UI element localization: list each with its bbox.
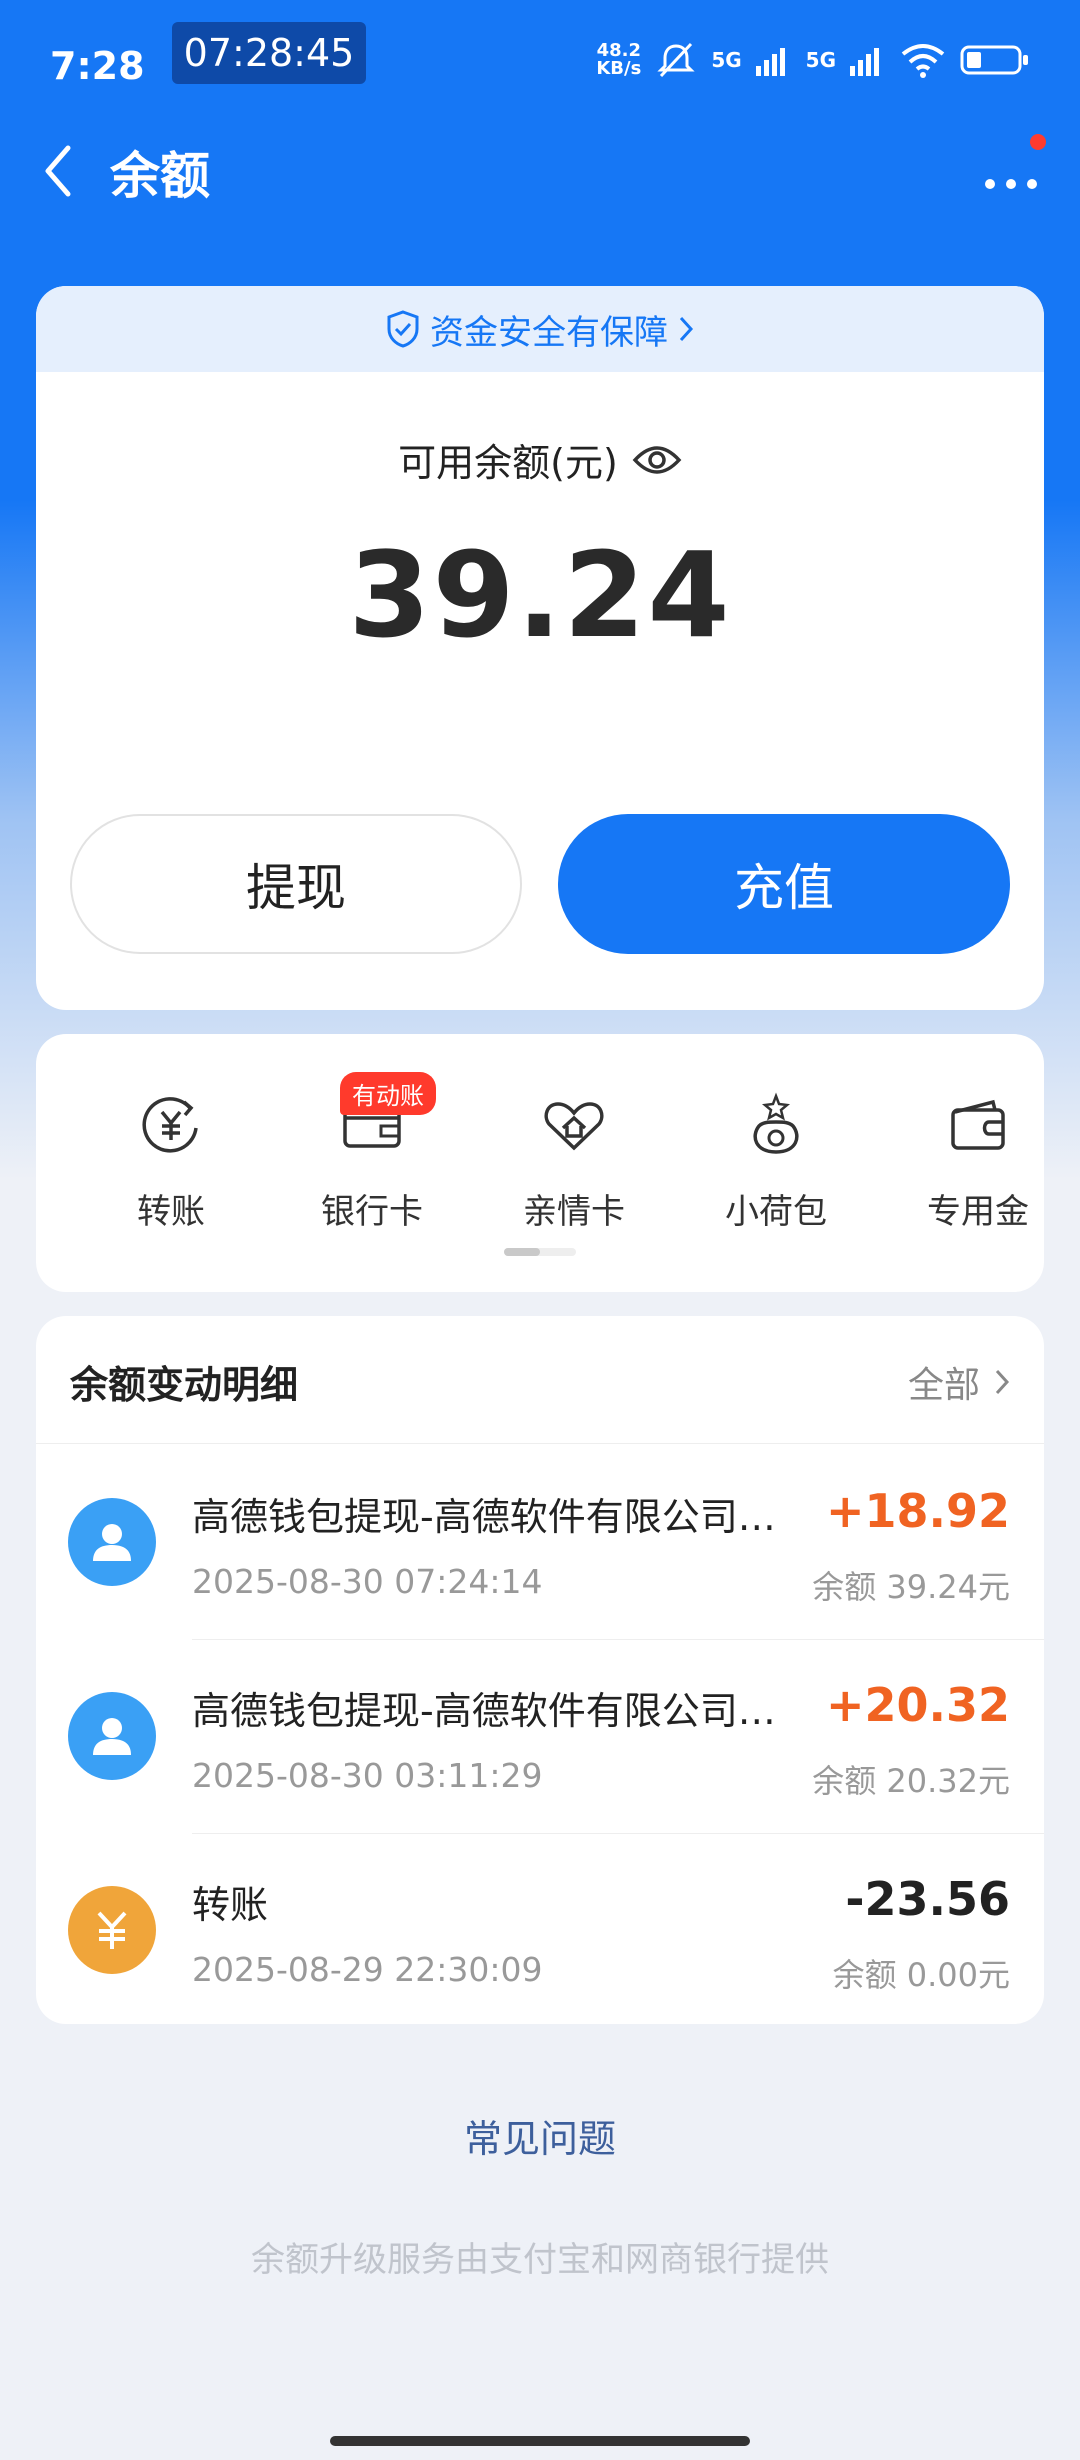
app-header: 余额	[0, 120, 1080, 220]
transaction-date: 2025-08-30 03:11:29	[192, 1756, 543, 1795]
network-speed: 48.2 KB/s	[596, 42, 641, 78]
home-indicator[interactable]	[330, 2436, 750, 2446]
transaction-amount: -23.56	[845, 1872, 1010, 1926]
page-indicator	[504, 1248, 576, 1256]
battery-icon	[960, 45, 1028, 75]
transaction-name: 高德钱包提现-高德软件有限公司（高德地图）	[192, 1495, 812, 1539]
transaction-balance: 余额 39.24元	[812, 1568, 1010, 1606]
action-dedicated-fund-label: 专用金	[927, 1192, 1029, 1232]
wifi-icon	[901, 44, 945, 78]
fund-safety-link[interactable]: 资金安全有保障	[36, 286, 1044, 372]
transaction-amount: +18.92	[825, 1484, 1010, 1538]
transaction-name: 高德钱包提现-高德软件有限公司（高德地图）	[192, 1689, 812, 1733]
recharge-button[interactable]: 充值	[558, 814, 1010, 954]
signal-icon	[755, 48, 785, 76]
status-icons: 48.2 KB/s 5G 5G	[596, 40, 1030, 80]
view-all-label: 全部	[907, 1365, 980, 1406]
activity-badge: 有动账	[340, 1072, 436, 1115]
balance-card: 资金安全有保障 可用余额(元) 39.24 提现 充值	[36, 286, 1044, 1010]
transaction-row[interactable]: 高德钱包提现-高德软件有限公司（高德地图） 2025-08-30 07:24:1…	[36, 1446, 1044, 1640]
page-title: 余额	[110, 147, 210, 205]
network-type-2: 5G	[805, 48, 836, 72]
signal-icon-2	[850, 48, 879, 76]
chevron-right-icon	[679, 316, 694, 342]
action-family-card-label: 亲情卡	[523, 1192, 625, 1232]
floating-clock: 07:28:45	[172, 22, 366, 84]
faq-link[interactable]: 常见问题	[0, 2108, 1080, 2163]
back-arrow-icon[interactable]	[34, 136, 84, 206]
user-avatar-icon	[68, 1692, 156, 1780]
notification-dot	[1030, 134, 1046, 150]
withdraw-button[interactable]: 提现	[70, 814, 522, 954]
action-transfer-label: 转账	[137, 1192, 205, 1232]
action-family-card[interactable]: 亲情卡	[494, 1092, 654, 1233]
balance-amount: 39.24	[348, 526, 732, 664]
service-provider-note: 余额升级服务由支付宝和网商银行提供	[251, 2240, 829, 2280]
network-speed-unit: KB/s	[596, 58, 642, 79]
action-bank-card-label: 银行卡	[321, 1192, 423, 1232]
transaction-date: 2025-08-29 22:30:09	[192, 1950, 543, 1989]
chevron-right-icon	[995, 1369, 1010, 1395]
action-small-pouch-label: 小荷包	[725, 1192, 827, 1232]
transaction-row[interactable]: 高德钱包提现-高德软件有限公司（高德地图） 2025-08-30 03:11:2…	[36, 1640, 1044, 1834]
shield-icon	[387, 310, 419, 348]
status-time: 7:28	[50, 44, 145, 88]
pouch-icon	[753, 1092, 799, 1154]
yuan-icon	[68, 1886, 156, 1974]
wallet-icon	[951, 1099, 1005, 1150]
available-balance-label-row: 可用余额(元)	[36, 432, 1044, 487]
transactions-header: 余额变动明细 全部	[36, 1316, 1044, 1444]
transaction-row[interactable]: 转账 2025-08-29 22:30:09 -23.56 余额 0.00元	[36, 1834, 1044, 2024]
available-balance-label: 可用余额(元)	[398, 441, 618, 485]
transactions-title: 余额变动明细	[70, 1363, 299, 1407]
fund-safety-text: 资金安全有保障	[430, 312, 668, 353]
status-bar: 7:28 07:28:45 48.2 KB/s 5G 5G	[0, 0, 1080, 130]
transaction-name: 转账	[192, 1883, 269, 1927]
action-dedicated-fund[interactable]: 专用金	[898, 1092, 1044, 1233]
transaction-amount: +20.32	[825, 1678, 1010, 1732]
view-all-link[interactable]: 全部	[908, 1356, 1010, 1408]
action-transfer[interactable]: 转账	[91, 1092, 251, 1233]
quick-actions-card: 转账 银行卡 有动账 亲情卡 小荷包 专用金	[36, 1034, 1044, 1292]
transactions-card: 余额变动明细 全部 高德钱包提现-高德软件有限公司（高德地图） 2025-08-…	[36, 1316, 1044, 2024]
yuan-transfer-icon	[142, 1097, 198, 1153]
user-avatar-icon	[68, 1498, 156, 1586]
action-small-pouch[interactable]: 小荷包	[696, 1092, 856, 1233]
heart-home-icon	[544, 1102, 604, 1151]
eye-icon[interactable]	[632, 442, 682, 478]
transaction-date: 2025-08-30 07:24:14	[192, 1562, 543, 1601]
network-type-1: 5G	[711, 48, 742, 72]
mute-bell-icon	[657, 42, 695, 78]
transaction-balance: 余额 0.00元	[832, 1956, 1010, 1994]
transaction-balance: 余额 20.32元	[812, 1762, 1010, 1800]
